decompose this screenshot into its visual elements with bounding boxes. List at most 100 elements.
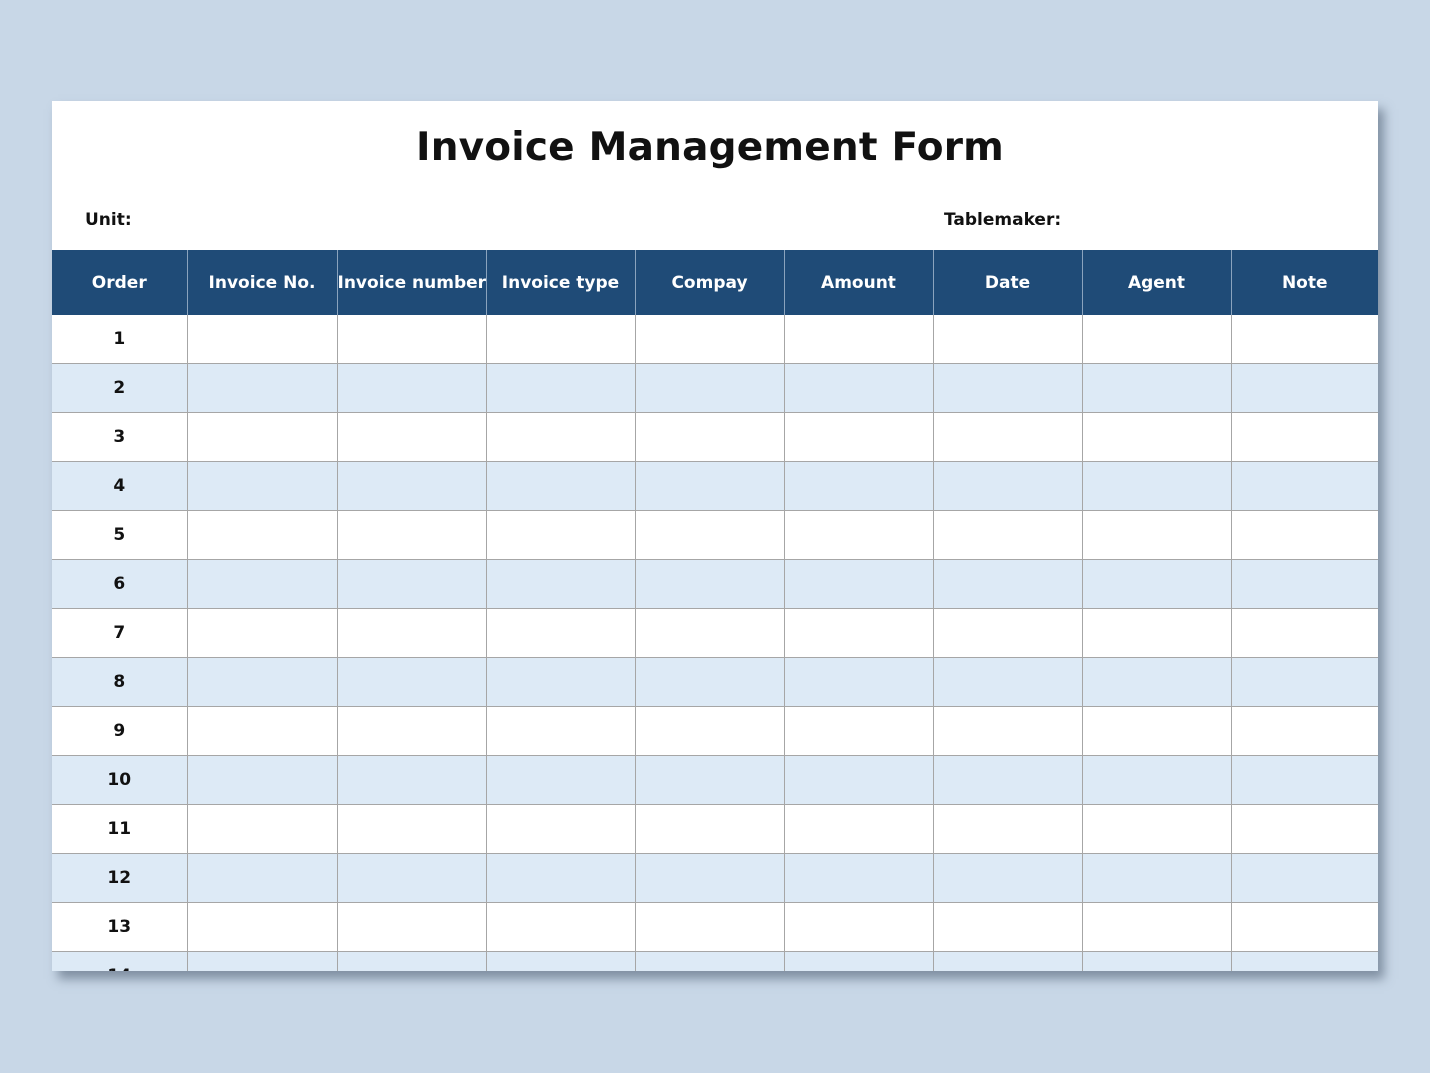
table-cell[interactable] bbox=[337, 755, 487, 805]
table-cell[interactable] bbox=[784, 412, 934, 462]
table-cell[interactable] bbox=[1231, 363, 1378, 413]
table-cell[interactable] bbox=[635, 412, 785, 462]
table-cell[interactable] bbox=[1231, 853, 1378, 903]
table-cell[interactable] bbox=[187, 510, 338, 560]
table-cell[interactable] bbox=[486, 902, 636, 952]
order-cell[interactable]: 14 bbox=[52, 951, 188, 971]
table-cell[interactable] bbox=[1231, 461, 1378, 511]
table-cell[interactable] bbox=[933, 608, 1083, 658]
table-cell[interactable] bbox=[1082, 315, 1232, 364]
table-cell[interactable] bbox=[187, 608, 338, 658]
table-cell[interactable] bbox=[1231, 657, 1378, 707]
table-cell[interactable] bbox=[337, 804, 487, 854]
table-cell[interactable] bbox=[635, 706, 785, 756]
table-cell[interactable] bbox=[784, 461, 934, 511]
table-cell[interactable] bbox=[784, 559, 934, 609]
table-cell[interactable] bbox=[1231, 412, 1378, 462]
table-cell[interactable] bbox=[486, 363, 636, 413]
table-cell[interactable] bbox=[784, 657, 934, 707]
table-cell[interactable] bbox=[187, 412, 338, 462]
table-cell[interactable] bbox=[1082, 657, 1232, 707]
table-cell[interactable] bbox=[933, 412, 1083, 462]
order-cell[interactable]: 10 bbox=[52, 755, 188, 805]
table-cell[interactable] bbox=[187, 853, 338, 903]
table-cell[interactable] bbox=[635, 853, 785, 903]
table-cell[interactable] bbox=[337, 853, 487, 903]
table-cell[interactable] bbox=[784, 706, 934, 756]
table-cell[interactable] bbox=[635, 608, 785, 658]
order-cell[interactable]: 8 bbox=[52, 657, 188, 707]
table-cell[interactable] bbox=[635, 559, 785, 609]
table-cell[interactable] bbox=[635, 510, 785, 560]
order-cell[interactable]: 11 bbox=[52, 804, 188, 854]
table-cell[interactable] bbox=[1231, 559, 1378, 609]
table-cell[interactable] bbox=[337, 608, 487, 658]
table-cell[interactable] bbox=[337, 657, 487, 707]
table-cell[interactable] bbox=[933, 315, 1083, 364]
table-cell[interactable] bbox=[933, 706, 1083, 756]
table-cell[interactable] bbox=[337, 315, 487, 364]
table-cell[interactable] bbox=[486, 510, 636, 560]
table-cell[interactable] bbox=[486, 657, 636, 707]
order-cell[interactable]: 6 bbox=[52, 559, 188, 609]
order-cell[interactable]: 2 bbox=[52, 363, 188, 413]
table-cell[interactable] bbox=[337, 510, 487, 560]
table-cell[interactable] bbox=[187, 461, 338, 511]
table-cell[interactable] bbox=[486, 315, 636, 364]
table-cell[interactable] bbox=[187, 315, 338, 364]
table-cell[interactable] bbox=[635, 363, 785, 413]
table-cell[interactable] bbox=[933, 510, 1083, 560]
table-cell[interactable] bbox=[187, 755, 338, 805]
order-cell[interactable]: 4 bbox=[52, 461, 188, 511]
table-cell[interactable] bbox=[187, 951, 338, 971]
table-cell[interactable] bbox=[635, 902, 785, 952]
table-cell[interactable] bbox=[1082, 902, 1232, 952]
table-cell[interactable] bbox=[1082, 608, 1232, 658]
table-cell[interactable] bbox=[337, 461, 487, 511]
table-cell[interactable] bbox=[486, 804, 636, 854]
table-cell[interactable] bbox=[635, 951, 785, 971]
table-cell[interactable] bbox=[1082, 804, 1232, 854]
table-cell[interactable] bbox=[635, 461, 785, 511]
table-cell[interactable] bbox=[337, 412, 487, 462]
order-cell[interactable]: 9 bbox=[52, 706, 188, 756]
table-cell[interactable] bbox=[337, 951, 487, 971]
table-cell[interactable] bbox=[337, 559, 487, 609]
table-cell[interactable] bbox=[486, 608, 636, 658]
table-cell[interactable] bbox=[1082, 755, 1232, 805]
order-cell[interactable]: 1 bbox=[52, 315, 188, 364]
table-cell[interactable] bbox=[1231, 315, 1378, 364]
table-cell[interactable] bbox=[933, 951, 1083, 971]
table-cell[interactable] bbox=[187, 363, 338, 413]
table-cell[interactable] bbox=[635, 804, 785, 854]
table-cell[interactable] bbox=[1082, 853, 1232, 903]
table-cell[interactable] bbox=[1231, 608, 1378, 658]
table-cell[interactable] bbox=[486, 461, 636, 511]
table-cell[interactable] bbox=[933, 804, 1083, 854]
table-cell[interactable] bbox=[1082, 461, 1232, 511]
table-cell[interactable] bbox=[1231, 755, 1378, 805]
table-cell[interactable] bbox=[187, 559, 338, 609]
table-cell[interactable] bbox=[1082, 363, 1232, 413]
table-cell[interactable] bbox=[1082, 559, 1232, 609]
table-cell[interactable] bbox=[337, 902, 487, 952]
order-cell[interactable]: 5 bbox=[52, 510, 188, 560]
table-cell[interactable] bbox=[933, 363, 1083, 413]
table-cell[interactable] bbox=[933, 853, 1083, 903]
table-cell[interactable] bbox=[1082, 510, 1232, 560]
table-cell[interactable] bbox=[784, 804, 934, 854]
table-cell[interactable] bbox=[187, 657, 338, 707]
table-cell[interactable] bbox=[1231, 706, 1378, 756]
table-cell[interactable] bbox=[1231, 510, 1378, 560]
table-cell[interactable] bbox=[784, 315, 934, 364]
order-cell[interactable]: 3 bbox=[52, 412, 188, 462]
table-cell[interactable] bbox=[784, 608, 934, 658]
table-cell[interactable] bbox=[933, 461, 1083, 511]
table-cell[interactable] bbox=[486, 412, 636, 462]
order-cell[interactable]: 13 bbox=[52, 902, 188, 952]
table-cell[interactable] bbox=[933, 559, 1083, 609]
table-cell[interactable] bbox=[486, 853, 636, 903]
table-cell[interactable] bbox=[1231, 951, 1378, 971]
table-cell[interactable] bbox=[187, 804, 338, 854]
order-cell[interactable]: 12 bbox=[52, 853, 188, 903]
